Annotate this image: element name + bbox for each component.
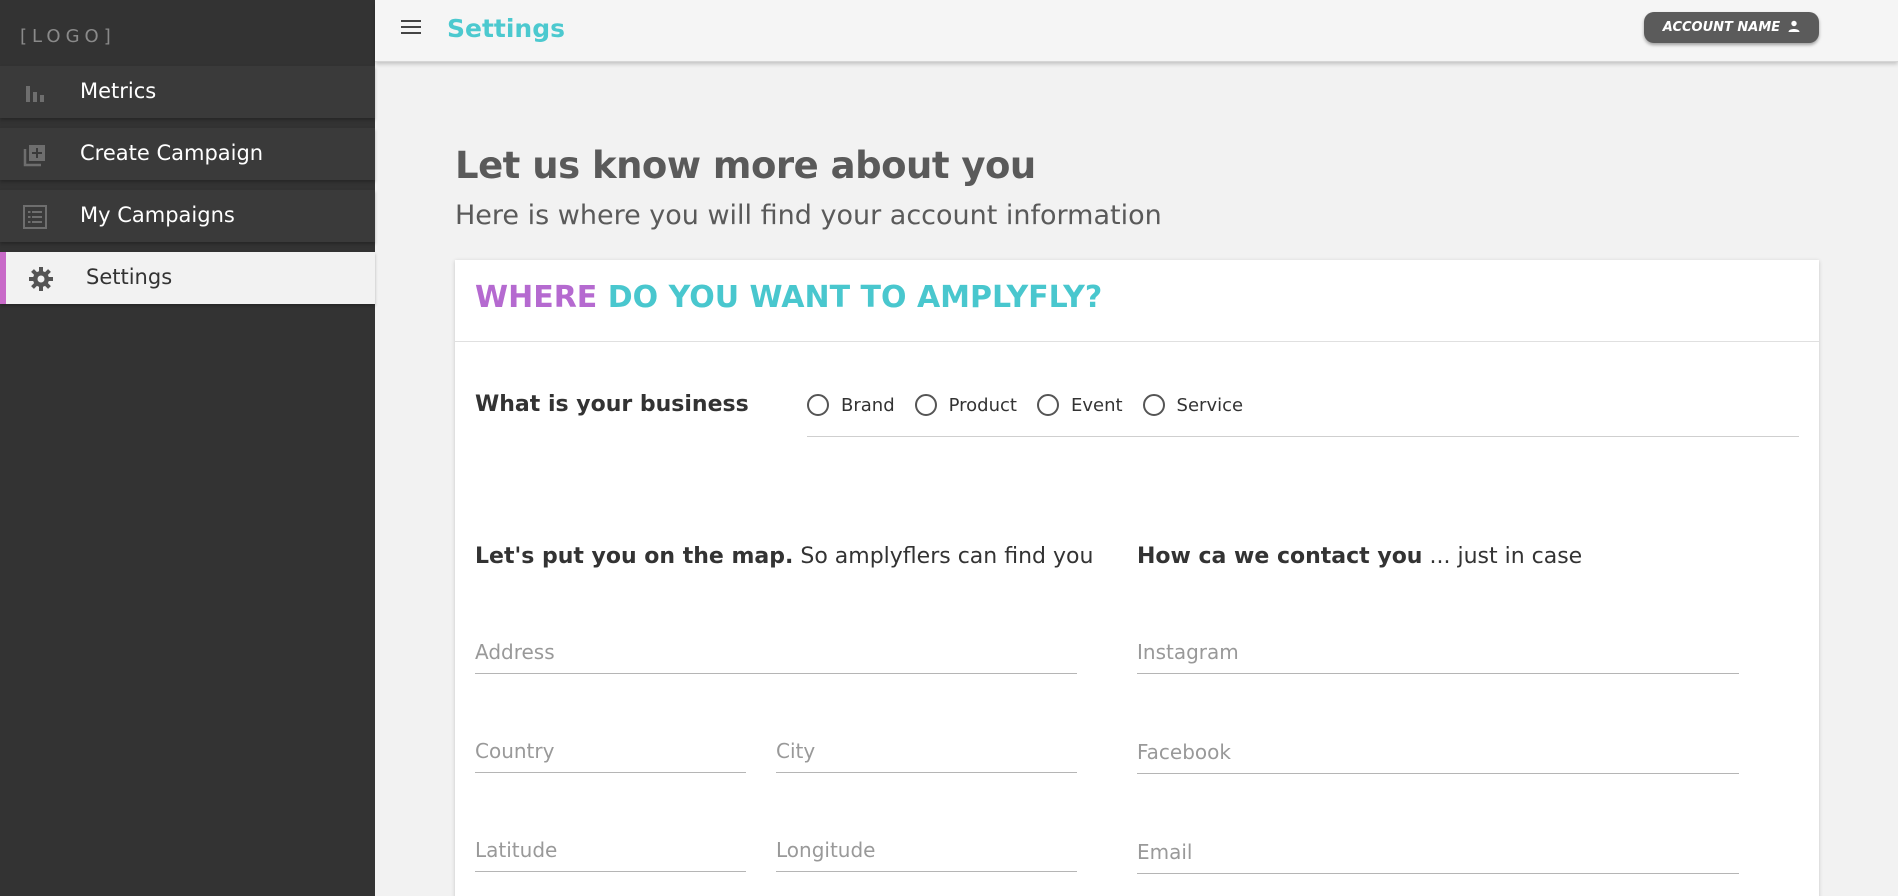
business-question-label: What is your business [475, 392, 749, 417]
address-field-wrap [475, 634, 1077, 674]
radio-label: Brand [841, 394, 895, 416]
sidebar-item-metrics[interactable]: Metrics [0, 66, 375, 118]
radio-brand[interactable]: Brand [807, 394, 895, 416]
add-library-icon [22, 142, 48, 168]
gear-icon [28, 266, 54, 292]
radio-circle-icon [1036, 394, 1059, 416]
sidebar: [LOGO] Metrics Create Campaign My Campai… [0, 0, 375, 896]
radio-label: Event [1070, 394, 1123, 416]
page-title: Let us know more about you [455, 144, 1036, 187]
page-subtitle: Here is where you will find your account… [455, 200, 1162, 231]
sidebar-item-label: Create Campaign [80, 141, 264, 165]
account-name-label: ACCOUNT NAME [1662, 20, 1781, 35]
instagram-input[interactable] [1137, 634, 1739, 664]
contact-heading-rest: ... just in case [1422, 544, 1583, 569]
location-heading-rest: So amplyflers can find you [793, 544, 1094, 569]
sidebar-item-label: Metrics [80, 79, 157, 103]
longitude-field-wrap [776, 832, 1077, 872]
radio-product[interactable]: Product [914, 394, 1017, 416]
card-heading-part2: DO YOU WANT TO AMPLYFLY? [607, 280, 1103, 315]
main-content: Let us know more about you Here is where… [375, 62, 1898, 896]
list-icon [22, 204, 48, 230]
page-header-title: Settings [447, 14, 566, 43]
instagram-field-wrap [1137, 634, 1739, 674]
business-type-radio-group: Brand Product Event Service [807, 394, 1799, 437]
latitude-field-wrap [475, 832, 746, 872]
email-input[interactable] [1137, 834, 1739, 864]
email-field-wrap [1137, 834, 1739, 874]
top-bar: Settings ACCOUNT NAME [375, 0, 1898, 62]
contact-section-heading: How ca we contact you ... just in case [1137, 544, 1582, 569]
contact-heading-bold: How ca we contact you [1137, 544, 1423, 569]
active-indicator [0, 252, 6, 304]
sidebar-item-my-campaigns[interactable]: My Campaigns [0, 190, 375, 242]
location-section-heading: Let's put you on the map. So amplyflers … [475, 544, 1093, 569]
address-input[interactable] [475, 634, 1077, 664]
menu-icon[interactable] [401, 20, 421, 36]
latitude-input[interactable] [475, 832, 746, 862]
user-icon [1788, 20, 1800, 36]
location-heading-bold: Let's put you on the map. [475, 544, 794, 569]
card-heading-part1: WHERE [475, 280, 598, 315]
radio-service[interactable]: Service [1142, 394, 1244, 416]
logo: [LOGO] [20, 26, 116, 47]
longitude-input[interactable] [776, 832, 1077, 862]
account-button[interactable]: ACCOUNT NAME [1644, 12, 1819, 43]
sidebar-item-label: My Campaigns [80, 203, 235, 227]
radio-event[interactable]: Event [1036, 394, 1123, 416]
radio-circle-icon [807, 394, 829, 416]
sidebar-item-label: Settings [86, 265, 173, 289]
facebook-input[interactable] [1137, 734, 1739, 764]
facebook-field-wrap [1137, 734, 1739, 774]
sidebar-item-create-campaign[interactable]: Create Campaign [0, 128, 375, 180]
radio-circle-icon [914, 394, 937, 416]
radio-label: Service [1176, 394, 1244, 416]
settings-card: WHERE DO YOU WANT TO AMPLYFLY? What is y… [455, 260, 1819, 896]
city-input[interactable] [776, 733, 1077, 763]
sidebar-item-settings[interactable]: Settings [0, 252, 375, 304]
city-field-wrap [776, 733, 1077, 773]
radio-label: Product [948, 394, 1017, 416]
radio-circle-icon [1142, 394, 1165, 416]
bar-chart-icon [22, 80, 48, 106]
card-header: WHERE DO YOU WANT TO AMPLYFLY? [455, 260, 1819, 342]
country-field-wrap [475, 733, 746, 773]
country-input[interactable] [475, 733, 746, 763]
